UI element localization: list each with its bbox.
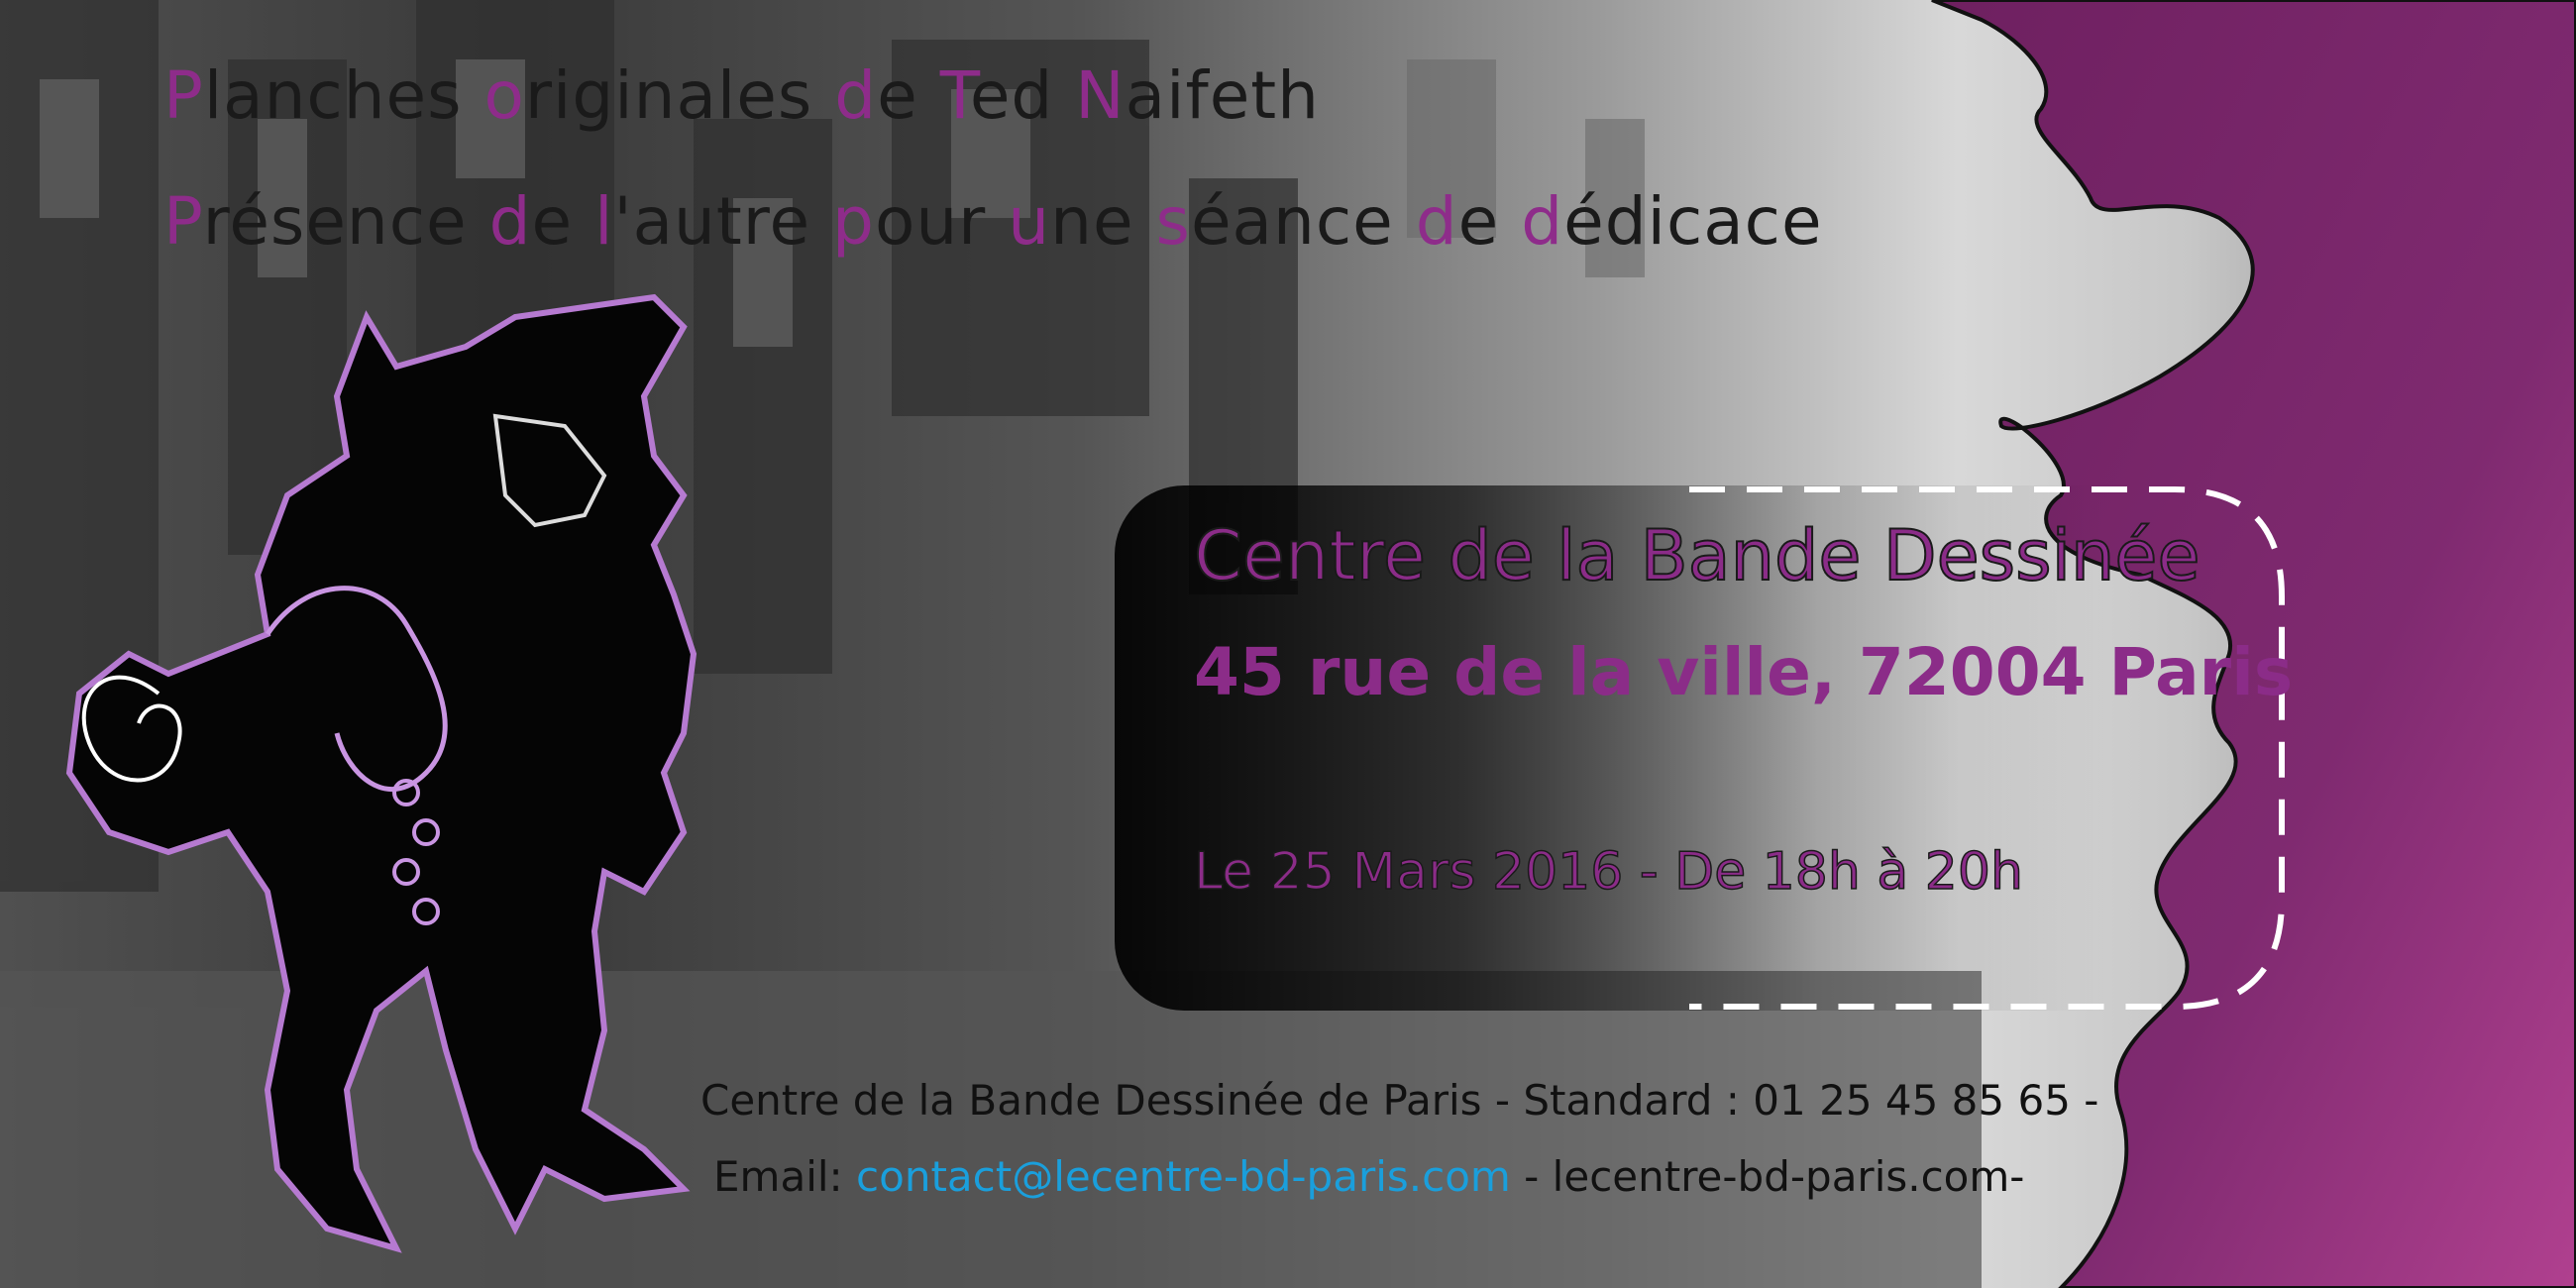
heading-segment: édicace — [1563, 183, 1823, 260]
heading-segment: s — [1155, 183, 1191, 260]
heading-segment: T — [939, 57, 970, 134]
heading-segment: o — [483, 57, 525, 134]
heading-segment: éance — [1190, 183, 1416, 260]
werewolf-illustration — [65, 293, 698, 1253]
heading-line-2: Présence de l'autre pour une séance de d… — [163, 183, 1823, 260]
heading-segment: d — [1415, 183, 1458, 260]
heading-segment: ed — [969, 57, 1076, 134]
email-label: Email: — [713, 1152, 857, 1201]
heading-segment: e — [531, 183, 595, 260]
email-link[interactable]: contact@lecentre-bd-paris.com — [856, 1152, 1511, 1201]
heading-segment: l — [594, 183, 614, 260]
heading-segment: e — [1457, 183, 1522, 260]
heading-segment: e — [877, 57, 940, 134]
heading-segment: N — [1075, 57, 1126, 134]
heading-segment: d — [834, 57, 878, 134]
heading-line-1: Planches originales de Ted Naifeth — [163, 57, 1320, 134]
venue-address: 45 rue de la ville, 72004 Paris — [1194, 634, 2294, 710]
heading-segment: P — [163, 57, 204, 134]
heading-segment: u — [1008, 183, 1051, 260]
event-date: Le 25 Mars 2016 - De 18h à 20h — [1193, 841, 2023, 903]
heading-segment: résence — [202, 183, 489, 260]
heading-segment: aifeth — [1125, 57, 1321, 134]
venue-name: Centre de la Bande Dessinée — [1193, 514, 2201, 597]
heading-segment: 'autre — [613, 183, 833, 260]
heading-segment: P — [163, 183, 203, 260]
heading-segment: p — [832, 183, 875, 260]
heading-segment: d — [1521, 183, 1564, 260]
website-text: - lecentre-bd-paris.com- — [1510, 1152, 2025, 1201]
heading-segment: our — [874, 183, 1009, 260]
heading-segment: lanches — [203, 57, 484, 134]
heading-segment: riginales — [524, 57, 835, 134]
heading-segment: d — [488, 183, 532, 260]
heading-segment: ne — [1050, 183, 1156, 260]
poster: Planches originales de Ted Naifeth Prése… — [0, 0, 2576, 1288]
footer-email-line: Email: contact@lecentre-bd-paris.com - l… — [713, 1152, 2024, 1201]
footer-contact-line: Centre de la Bande Dessinée de Paris - S… — [700, 1076, 2099, 1125]
